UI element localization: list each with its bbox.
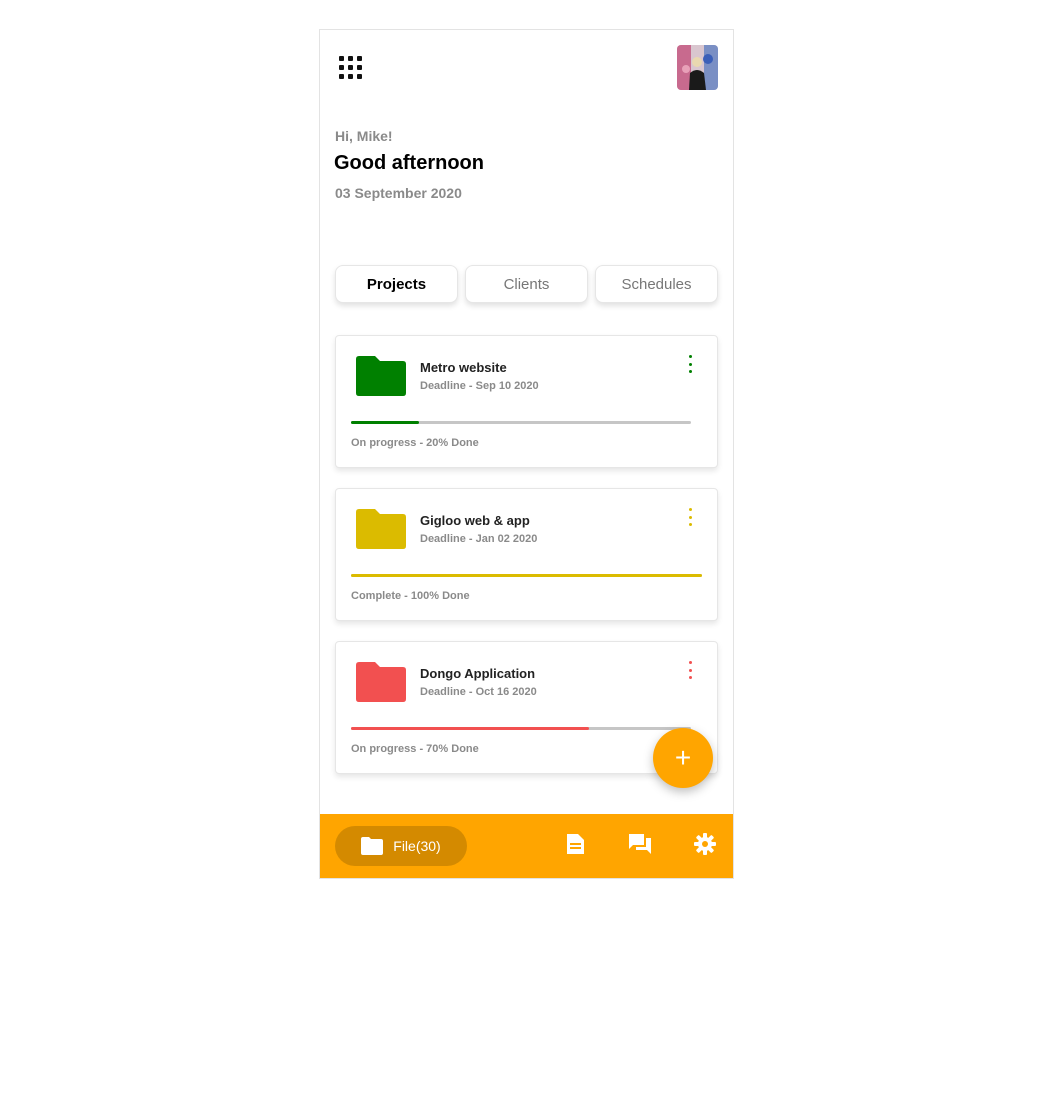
more-options-icon[interactable]: [686, 508, 694, 526]
project-title: Gigloo web & app: [420, 513, 530, 528]
project-status: On progress - 70% Done: [351, 743, 479, 755]
greeting-text: Hi, Mike!: [335, 128, 393, 144]
project-status: On progress - 20% Done: [351, 437, 479, 449]
tab-projects[interactable]: Projects: [335, 265, 458, 303]
folder-icon: [356, 662, 406, 702]
project-deadline: Deadline - Oct 16 2020: [420, 686, 537, 698]
progress-bar: [351, 727, 691, 730]
current-date: 03 September 2020: [335, 185, 462, 201]
settings-icon[interactable]: [693, 832, 717, 856]
progress-bar: [351, 574, 702, 577]
files-label: File(30): [393, 838, 441, 854]
project-card[interactable]: Gigloo web & app Deadline - Jan 02 2020 …: [335, 488, 718, 621]
folder-icon: [361, 837, 384, 855]
page-title: Good afternoon: [334, 152, 484, 174]
project-title: Dongo Application: [420, 666, 536, 681]
document-icon[interactable]: [563, 832, 587, 856]
tab-clients[interactable]: Clients: [465, 265, 588, 303]
progress-fill: [351, 421, 419, 424]
project-deadline: Deadline - Jan 02 2020: [420, 533, 538, 545]
grid-menu-icon[interactable]: [339, 56, 363, 80]
files-button[interactable]: File(30): [335, 826, 467, 866]
folder-icon: [356, 509, 406, 549]
avatar[interactable]: [677, 45, 718, 90]
progress-bar: [351, 421, 691, 424]
project-status: Complete - 100% Done: [351, 590, 470, 602]
add-project-button[interactable]: +: [653, 728, 713, 788]
more-options-icon[interactable]: [686, 355, 694, 373]
tab-schedules[interactable]: Schedules: [595, 265, 718, 303]
progress-fill: [351, 727, 589, 730]
progress-fill: [351, 574, 702, 577]
tab-bar: Projects Clients Schedules: [335, 265, 718, 303]
project-card[interactable]: Metro website Deadline - Sep 10 2020 On …: [335, 335, 718, 468]
chat-icon[interactable]: [628, 832, 652, 856]
project-deadline: Deadline - Sep 10 2020: [420, 380, 539, 392]
bottom-navigation: File(30): [320, 814, 733, 878]
folder-icon: [356, 356, 406, 396]
project-title: Metro website: [420, 360, 507, 375]
app-screen: Hi, Mike! Good afternoon 03 September 20…: [319, 29, 734, 879]
more-options-icon[interactable]: [686, 661, 694, 679]
